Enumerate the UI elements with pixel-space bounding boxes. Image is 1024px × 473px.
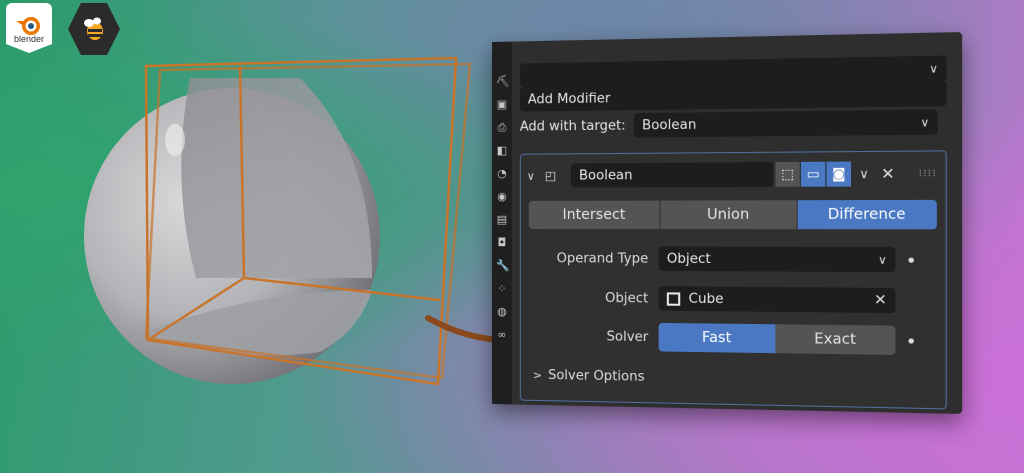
solver-selector: Fast Exact	[659, 323, 896, 355]
object-label: Object	[521, 290, 659, 306]
operation-intersect-label: Intersect	[563, 207, 626, 223]
mesh-object-icon	[667, 292, 680, 305]
object-icon[interactable]: ◘	[496, 237, 508, 249]
operand-type-value: Object	[667, 251, 711, 267]
modifier-visibility-toggles: ⬚ ▭ ◙	[775, 162, 852, 187]
add-modifier-label: Add Modifier	[528, 91, 611, 107]
solver-fast-label: Fast	[702, 330, 731, 347]
boolean-modifier-icon: ◰	[545, 169, 561, 183]
tool-icon[interactable]: ⛏	[496, 76, 508, 88]
world-icon[interactable]: ◉	[496, 191, 508, 203]
boolean-cut	[181, 78, 372, 278]
keyframe-dot-icon[interactable]	[908, 257, 913, 262]
output-icon[interactable]: ⎙	[496, 122, 508, 134]
solver-options-label: Solver Options	[548, 367, 645, 384]
modifier-menu-chevron-icon[interactable]: ∨	[852, 167, 876, 182]
operation-difference-button[interactable]: Difference	[797, 200, 937, 229]
add-with-target-label: Add with target:	[520, 118, 634, 134]
properties-panel: ⛏ ▣ ⎙ ◧ ◔ ◉ ▤ ◘ 🔧 ⁘ ◍ ∞ ∨ Add Modifier A…	[492, 32, 962, 414]
render-toggle-icon[interactable]: ◙	[826, 162, 852, 187]
operand-type-label: Operand Type	[521, 251, 659, 267]
operation-intersect-button[interactable]: Intersect	[529, 201, 661, 230]
view-layer-icon[interactable]: ◧	[496, 145, 508, 157]
solver-fast-button[interactable]: Fast	[659, 323, 776, 353]
solver-options-subpanel[interactable]: > Solver Options	[533, 364, 645, 388]
clear-icon[interactable]: ✕	[874, 292, 887, 309]
modifier-header: ∨ ◰ Boolean ⬚ ▭ ◙ ∨ ✕ ⁝⁝⁝⁝	[521, 160, 946, 189]
collapse-chevron-icon[interactable]: ∨	[527, 169, 541, 182]
solver-exact-label: Exact	[814, 331, 856, 348]
modifier-icon[interactable]: 🔧	[496, 260, 508, 272]
object-value: Cube	[689, 291, 724, 307]
physics-icon[interactable]: ◍	[496, 306, 508, 318]
viewport-toggle-icon[interactable]: ▭	[801, 162, 827, 187]
object-picker-field[interactable]: Cube ✕	[659, 286, 896, 313]
solver-label: Solver	[521, 328, 659, 345]
remove-modifier-icon[interactable]: ✕	[876, 164, 900, 183]
chevron-down-icon: ∨	[878, 253, 887, 267]
solver-exact-button[interactable]: Exact	[775, 324, 895, 355]
object-row: Object Cube ✕	[521, 285, 946, 313]
sphere-highlight	[165, 124, 185, 156]
scene-icon[interactable]: ◔	[496, 168, 508, 180]
constraints-icon[interactable]: ∞	[496, 329, 508, 341]
operation-union-button[interactable]: Union	[661, 200, 797, 229]
operation-difference-label: Difference	[828, 206, 906, 223]
render-icon[interactable]: ▣	[496, 99, 508, 111]
chevron-right-icon: >	[533, 368, 542, 381]
keyframe-dot-icon[interactable]	[908, 338, 913, 343]
operation-selector: Intersect Union Difference	[529, 200, 937, 229]
particles-icon[interactable]: ⁘	[496, 283, 508, 295]
operand-type-dropdown[interactable]: Object ∨	[659, 246, 896, 272]
properties-tabs: ⛏ ▣ ⎙ ◧ ◔ ◉ ▤ ◘ 🔧 ⁘ ◍ ∞	[492, 42, 512, 405]
operand-type-row: Operand Type Object ∨	[521, 246, 946, 272]
add-with-target-dropdown[interactable]: Boolean ∨	[634, 109, 938, 137]
chevron-down-icon: ∨	[929, 61, 938, 75]
modifier-name-field[interactable]: Boolean	[571, 162, 773, 188]
modifier-name-value: Boolean	[579, 168, 633, 183]
edit-mode-toggle-icon[interactable]: ⬚	[775, 162, 800, 187]
boolean-modifier-panel: ∨ ◰ Boolean ⬚ ▭ ◙ ∨ ✕ ⁝⁝⁝⁝ Intersect Uni…	[520, 150, 947, 409]
solver-row: Solver Fast Exact	[521, 321, 946, 355]
drag-handle-icon[interactable]: ⁝⁝⁝⁝	[919, 168, 937, 180]
add-with-target-value: Boolean	[642, 117, 696, 133]
collection-icon[interactable]: ▤	[496, 214, 508, 226]
add-with-target-row: Add with target: Boolean ∨	[520, 109, 947, 138]
chevron-down-icon: ∨	[920, 115, 929, 129]
operation-union-label: Union	[707, 207, 749, 223]
